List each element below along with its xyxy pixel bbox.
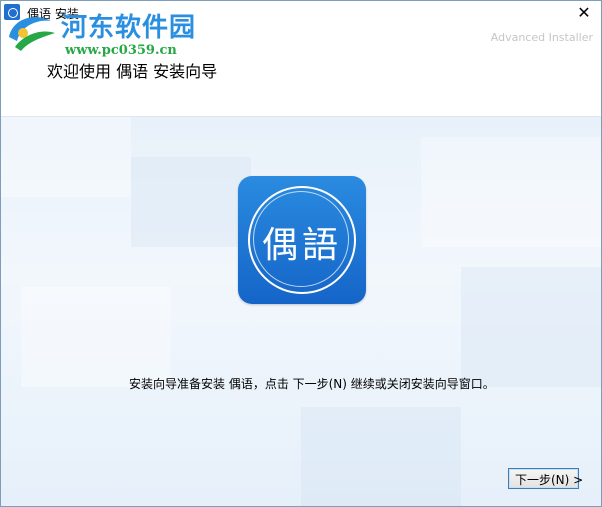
close-button[interactable]: ✕ — [569, 1, 599, 25]
watermark-url: www.pc0359.cn — [65, 43, 177, 58]
background-tile — [1, 117, 131, 197]
installer-window: 偶语 安装 ✕ 河东软件园 www.pc0359.cn Advanced Ins… — [0, 0, 602, 507]
app-logo-icon: 偶語 — [238, 176, 366, 304]
watermark-site-name: 河东软件园 — [61, 13, 197, 43]
watermark-logo-icon — [9, 17, 55, 51]
logo-characters: 偶語 — [261, 225, 342, 266]
background-tile — [131, 157, 251, 247]
background-tile — [21, 287, 171, 387]
welcome-panel: 偶語 安装向导准备安装 偶语，点击 下一步(N) 继续或关闭安装向导窗口。 下一… — [1, 117, 601, 506]
installer-branding: Advanced Installer — [490, 31, 593, 44]
background-tile — [421, 137, 601, 247]
welcome-message: 安装向导准备安装 偶语，点击 下一步(N) 继续或关闭安装向导窗口。 — [129, 377, 495, 391]
next-button[interactable]: 下一步(N) > — [508, 468, 583, 489]
background-tile — [461, 267, 601, 387]
background-tile — [301, 407, 461, 506]
page-title: 欢迎使用 偶语 安装向导 — [47, 62, 218, 81]
